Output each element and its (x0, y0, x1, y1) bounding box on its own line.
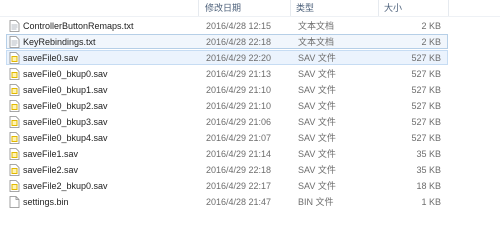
file-size: 2 KB (421, 21, 441, 31)
file-size: 18 KB (416, 181, 441, 191)
file-type: SAV 文件 (298, 181, 336, 191)
file-size: 35 KB (416, 149, 441, 159)
file-name: settings.bin (23, 197, 69, 207)
file-modified-date: 2016/4/29 22:17 (206, 181, 272, 191)
file-name: ControllerButtonRemaps.txt (23, 21, 134, 31)
sav-file-icon (9, 68, 20, 80)
file-type: SAV 文件 (298, 69, 336, 79)
file-modified-date: 2016/4/29 21:06 (206, 117, 272, 127)
column-divider[interactable] (448, 0, 449, 16)
file-row[interactable]: saveFile1.sav 2016/4/29 21:14 SAV 文件 35 KB (6, 146, 448, 161)
file-size: 527 KB (411, 85, 441, 95)
file-modified-date: 2016/4/29 21:10 (206, 85, 272, 95)
file-row[interactable]: settings.bin 2016/4/28 21:47 BIN 文件 1 KB (6, 194, 448, 209)
file-name: saveFile0_bkup0.sav (23, 69, 108, 79)
file-type: 文本文档 (298, 21, 335, 31)
file-name: saveFile0_bkup2.sav (23, 101, 108, 111)
file-row[interactable]: saveFile0_bkup0.sav 2016/4/29 21:13 SAV 文件… (6, 66, 448, 81)
file-modified-date: 2016/4/28 21:47 (206, 197, 272, 207)
file-size: 527 KB (411, 101, 441, 111)
file-modified-date: 2016/4/28 12:15 (206, 21, 272, 31)
file-name: saveFile2.sav (23, 165, 79, 175)
sav-file-icon (9, 116, 20, 128)
sav-file-icon (9, 100, 20, 112)
file-modified-date: 2016/4/29 22:20 (206, 53, 272, 63)
file-row[interactable]: saveFile0_bkup1.sav 2016/4/29 21:10 SAV 文件… (6, 82, 448, 97)
file-size: 2 KB (421, 37, 441, 47)
file-type: SAV 文件 (298, 149, 336, 159)
file-name: saveFile1.sav (23, 149, 79, 159)
file-row[interactable]: saveFile2_bkup0.sav 2016/4/29 22:17 SAV 文件… (6, 178, 448, 193)
file-name: saveFile0_bkup1.sav (23, 85, 108, 95)
file-row[interactable]: ControllerButtonRemaps.txt 2016/4/28 12:1… (6, 18, 448, 33)
file-name: saveFile2_bkup0.sav (23, 181, 108, 191)
file-size: 1 KB (421, 197, 441, 207)
file-modified-date: 2016/4/29 22:18 (206, 165, 272, 175)
file-row[interactable]: saveFile0_bkup4.sav 2016/4/29 21:07 SAV 文件… (6, 130, 448, 145)
file-row[interactable]: saveFile0_bkup2.sav 2016/4/29 21:10 SAV 文件… (6, 98, 448, 113)
file-name: saveFile0_bkup3.sav (23, 117, 108, 127)
column-divider[interactable] (290, 0, 291, 16)
file-type: SAV 文件 (298, 53, 336, 63)
file-row[interactable]: saveFile0.sav 2016/4/29 22:20 SAV 文件 527 KB (6, 50, 448, 65)
file-name: KeyRebindings.txt (23, 37, 96, 47)
text-file-icon (9, 20, 20, 32)
file-row[interactable]: saveFile2.sav 2016/4/29 22:18 SAV 文件 35 KB (6, 162, 448, 177)
column-header-type[interactable]: 类型 (296, 2, 314, 14)
column-header-date[interactable]: 修改日期 (205, 2, 241, 14)
file-row[interactable]: saveFile0_bkup3.sav 2016/4/29 21:06 SAV 文件… (6, 114, 448, 129)
file-type: SAV 文件 (298, 117, 336, 127)
sav-file-icon (9, 132, 20, 144)
bin-file-icon (9, 196, 20, 208)
column-header-bar: 修改日期 类型 大小 (0, 0, 500, 17)
column-divider[interactable] (198, 0, 199, 16)
file-name: saveFile0_bkup4.sav (23, 133, 108, 143)
file-modified-date: 2016/4/29 21:13 (206, 69, 272, 79)
file-name: saveFile0.sav (23, 53, 79, 63)
file-modified-date: 2016/4/29 21:14 (206, 149, 272, 159)
file-type: SAV 文件 (298, 165, 336, 175)
file-type: BIN 文件 (298, 197, 334, 207)
file-size: 35 KB (416, 165, 441, 175)
file-type: SAV 文件 (298, 133, 336, 143)
file-modified-date: 2016/4/29 21:10 (206, 101, 272, 111)
sav-file-icon (9, 84, 20, 96)
file-row[interactable]: KeyRebindings.txt 2016/4/28 22:18 文本文档 2 KB (6, 34, 448, 49)
file-type: SAV 文件 (298, 85, 336, 95)
sav-file-icon (9, 180, 20, 192)
sav-file-icon (9, 164, 20, 176)
file-type: 文本文档 (298, 37, 335, 47)
file-size: 527 KB (411, 133, 441, 143)
file-modified-date: 2016/4/28 22:18 (206, 37, 272, 47)
column-header-size[interactable]: 大小 (384, 2, 402, 14)
file-type: SAV 文件 (298, 101, 336, 111)
column-divider[interactable] (378, 0, 379, 16)
text-file-icon (9, 36, 20, 48)
file-size: 527 KB (411, 69, 441, 79)
sav-file-icon (9, 148, 20, 160)
sav-file-icon (9, 52, 20, 64)
file-size: 527 KB (411, 53, 441, 63)
file-modified-date: 2016/4/29 21:07 (206, 133, 272, 143)
file-size: 527 KB (411, 117, 441, 127)
